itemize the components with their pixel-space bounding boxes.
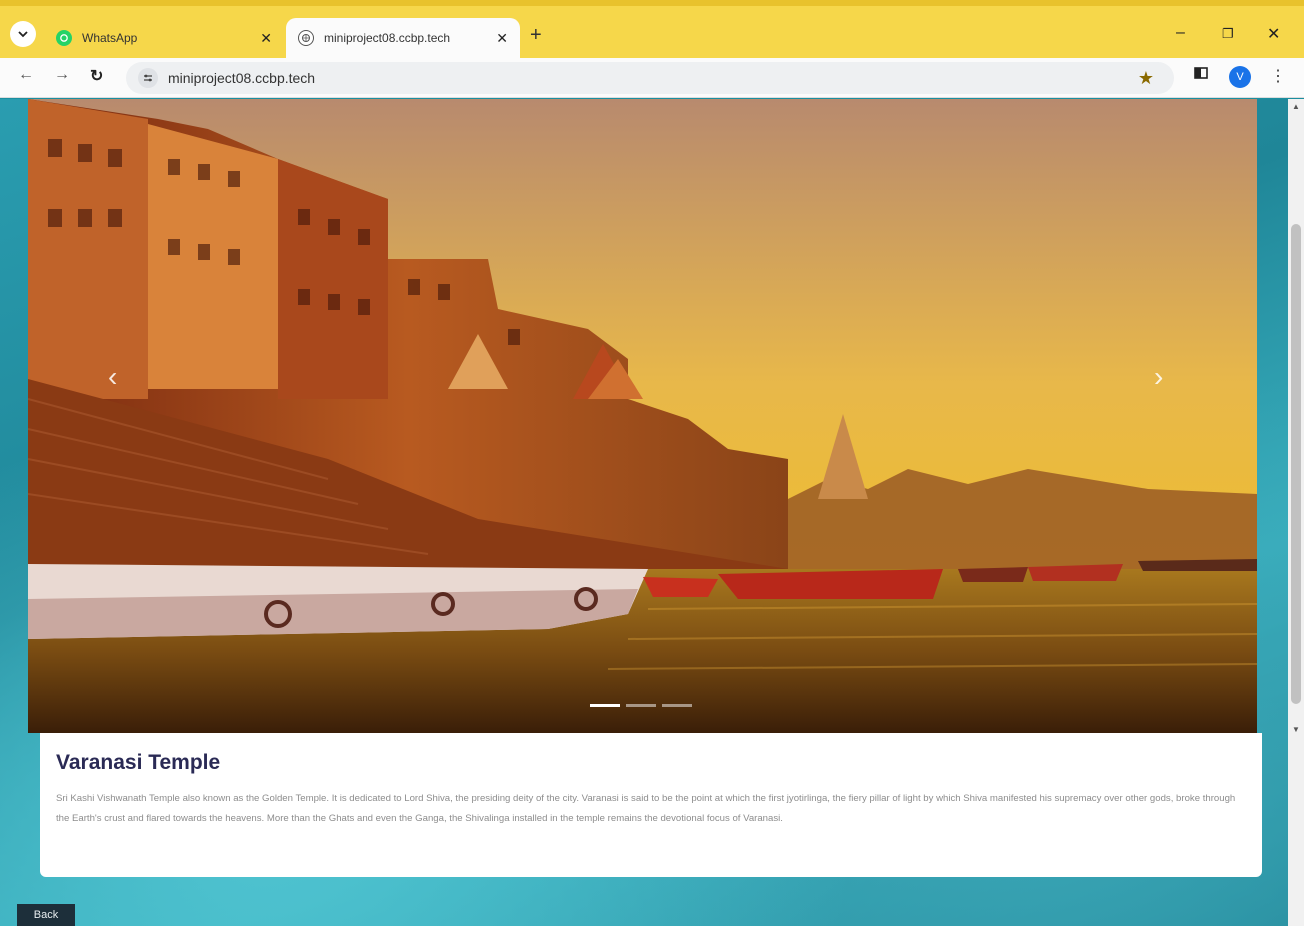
image-carousel: ‹ ›	[28, 99, 1257, 733]
scrollbar-thumb[interactable]	[1291, 224, 1301, 704]
close-icon[interactable]: ✕	[496, 30, 508, 47]
site-settings-icon[interactable]	[138, 68, 158, 88]
profile-initial: V	[1229, 66, 1251, 88]
url-text: miniproject08.ccbp.tech	[168, 70, 316, 86]
carousel-indicator[interactable]	[590, 704, 620, 707]
tab-miniproject[interactable]: miniproject08.ccbp.tech ✕	[286, 18, 520, 58]
tab-label: WhatsApp	[82, 31, 138, 45]
address-bar[interactable]: miniproject08.ccbp.tech ★	[126, 62, 1174, 94]
back-button[interactable]: Back	[17, 904, 75, 926]
page-viewport: ‹ › Varanasi Temple Sri Kashi Vishwanath…	[0, 99, 1304, 926]
scroll-down-icon[interactable]: ▼	[1292, 725, 1300, 734]
forward-arrow-icon[interactable]: →	[54, 66, 70, 84]
bookmark-star-icon[interactable]: ★	[1138, 68, 1154, 89]
carousel-indicator[interactable]	[662, 704, 692, 707]
back-arrow-icon[interactable]: ←	[18, 66, 34, 84]
varanasi-ghats-image	[28, 99, 1257, 733]
side-panel-icon[interactable]	[1194, 66, 1208, 85]
profile-avatar[interactable]: V	[1229, 66, 1251, 88]
temple-info-card: Varanasi Temple Sri Kashi Vishwanath Tem…	[40, 733, 1262, 877]
browser-toolbar: ← → ↻ miniproject08.ccbp.tech ★ V ⋮	[0, 58, 1304, 98]
carousel-indicators	[590, 704, 692, 707]
whatsapp-icon	[56, 30, 72, 46]
close-icon[interactable]: ✕	[260, 30, 272, 47]
close-window-button[interactable]: ✕	[1267, 24, 1280, 44]
temple-title: Varanasi Temple	[56, 751, 221, 774]
browser-tab-strip: WhatsApp ✕ miniproject08.ccbp.tech ✕ + –…	[0, 0, 1304, 58]
more-menu-icon[interactable]: ⋮	[1270, 66, 1286, 86]
tab-label: miniproject08.ccbp.tech	[324, 31, 451, 45]
tab-whatsapp[interactable]: WhatsApp ✕	[44, 18, 284, 58]
new-tab-button[interactable]: +	[530, 25, 542, 45]
minimize-button[interactable]: –	[1176, 24, 1185, 42]
page-scrollbar[interactable]: ▲ ▼	[1288, 99, 1304, 926]
scroll-up-icon[interactable]: ▲	[1292, 102, 1300, 111]
temple-description: Sri Kashi Vishwanath Temple also known a…	[56, 793, 1236, 824]
tab-search-button[interactable]	[10, 21, 36, 47]
carousel-indicator[interactable]	[626, 704, 656, 707]
carousel-prev-button[interactable]: ‹	[108, 361, 117, 393]
restore-button[interactable]: ❐	[1222, 26, 1234, 42]
globe-icon	[298, 30, 314, 46]
carousel-next-button[interactable]: ›	[1154, 361, 1163, 393]
chevron-down-icon	[18, 31, 28, 38]
reload-icon[interactable]: ↻	[90, 66, 103, 86]
